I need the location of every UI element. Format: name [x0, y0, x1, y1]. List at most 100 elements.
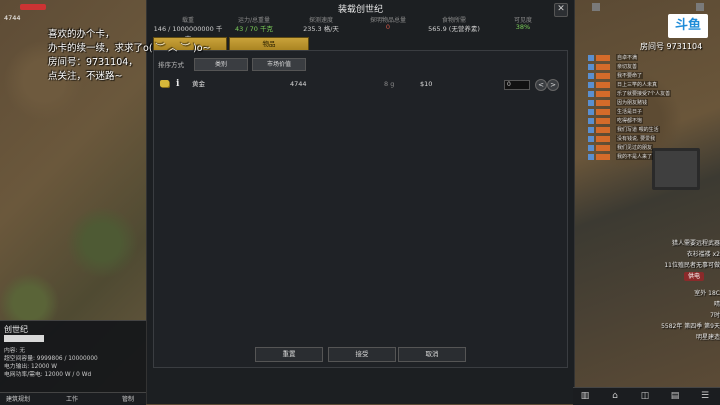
caption-line: 房间号：9731104，	[48, 57, 138, 68]
item-price: $10	[420, 80, 433, 88]
panel-icon[interactable]: ▤	[669, 390, 681, 402]
list-item-text: 我不要命了	[616, 72, 644, 79]
time-text: 7时	[710, 312, 720, 319]
list-item-text: 吃得都不饱	[616, 117, 644, 124]
list-item[interactable]: 生活是日子	[588, 108, 668, 116]
window-icon[interactable]: ◫	[639, 390, 651, 402]
power-button[interactable]: 供电	[684, 272, 704, 281]
bottom-icon-bar: ▥ ⌂ ◫ ▤ ☰	[573, 387, 720, 405]
stat-found-value: 0	[385, 23, 391, 31]
stat-mass-label: 载重	[181, 17, 194, 24]
stat-food-label: 食物所需	[441, 17, 466, 24]
mood-icon	[596, 82, 610, 88]
mood-icon	[596, 136, 610, 142]
menu-icon[interactable]: ▥	[579, 390, 591, 402]
cancel-button[interactable]: 取消	[398, 347, 466, 362]
list-item-text: 亲切友善	[616, 63, 639, 70]
square-icon[interactable]	[696, 3, 704, 11]
alert-text[interactable]: 11位殖民者无事可做	[640, 260, 720, 269]
weather-text: 晴	[713, 301, 720, 308]
mood-icon	[596, 145, 610, 151]
room-id: 房间号 9731104	[640, 41, 702, 52]
caption-line: 点关注，不迷路~	[48, 71, 123, 82]
mood-icon	[596, 73, 610, 79]
resource-badge	[20, 4, 46, 10]
stat-visibility: 可见度 38%	[488, 15, 558, 31]
stat-found: 探明物品总量 0	[353, 15, 423, 31]
mood-icon	[596, 118, 610, 124]
mood-icon	[596, 109, 610, 115]
stat-food-value: 565.9 (无营养素)	[428, 25, 480, 33]
weather-panel: 室外 18C 晴 7时 5582年 第四季 第9天 明星建造	[640, 288, 720, 343]
tab-work[interactable]: 工作	[66, 394, 78, 403]
increase-button[interactable]: >	[547, 79, 559, 91]
list-item[interactable]: 因为朋友赌钱	[588, 99, 668, 107]
alert-text[interactable]: 衣衫褴褛 x2	[640, 249, 720, 258]
accept-button[interactable]: 接受	[328, 347, 396, 362]
dialog-title: 装载创世纪	[337, 5, 383, 15]
mood-icon	[596, 100, 610, 106]
resource-value: 4744	[4, 14, 21, 22]
reset-button[interactable]: 重置	[255, 347, 323, 362]
list-item-text: 我们写道 喂的生活	[616, 126, 660, 133]
status-text: 明星建造	[695, 334, 720, 341]
tab-architect[interactable]: 建筑规划	[6, 394, 30, 403]
mood-icon	[596, 91, 610, 97]
right-header	[592, 3, 704, 13]
pawn-icon	[588, 118, 594, 124]
list-item[interactable]: 我们写道 喂的生活	[588, 126, 668, 134]
list-item[interactable]: 没有钱说, 要爱我	[588, 135, 668, 143]
caption-line: 办卡的续一续，求求了o( ︶ ︿ ︶ )o~	[48, 43, 211, 54]
stat-visibility-label: 可见度	[513, 17, 532, 24]
pawn-icon	[588, 136, 594, 142]
list-item[interactable]: 亲切友善	[588, 63, 668, 71]
list-item-text: 自卓不满	[616, 54, 639, 61]
item-quantity-input[interactable]: 0	[504, 80, 530, 90]
mood-icon	[596, 127, 610, 133]
list-item[interactable]: 我不要命了	[588, 72, 668, 80]
date-text: 5582年 第四季 第9天	[661, 323, 720, 330]
items-panel: 排序方式 类别 市场价值 i 黄金 4744 8 g $10 0 < >	[153, 50, 568, 368]
list-item-text: 我的不是人来了	[616, 153, 654, 160]
decrease-button[interactable]: <	[535, 79, 547, 91]
list-item[interactable]: 日上三竿的人未真	[588, 81, 668, 89]
stream-caption: 喜欢的办个卡， 办卡的续一续，求求了o( ︶ ︿ ︶ )o~ 房间号：97311…	[48, 28, 308, 84]
list-icon[interactable]: ☰	[699, 390, 711, 402]
pawn-icon	[588, 73, 594, 79]
pawn-icon	[588, 145, 594, 151]
mood-icon	[596, 64, 610, 70]
pawn-icon	[588, 91, 594, 97]
pawn-icon	[588, 100, 594, 106]
list-item[interactable]: 吃得都不饱	[588, 117, 668, 125]
room-number: 9731104	[666, 42, 703, 51]
list-item[interactable]: 我的不是人来了	[588, 153, 668, 161]
stat-found-label: 探明物品总量	[369, 17, 406, 24]
pawn-icon	[588, 109, 594, 115]
colonist-list: 自卓不满 亲切友善 我不要命了 日上三竿的人未真 乐了就要接受7个人友善 因为朋…	[588, 54, 672, 162]
list-item-text: 我们见过的朋友	[616, 144, 654, 151]
mood-icon	[596, 154, 610, 160]
alert-text[interactable]: 猎人需要远程武器	[640, 238, 720, 247]
inspect-name-bar	[4, 335, 44, 342]
list-item[interactable]: 乐了就要接受7个人友善	[588, 90, 672, 98]
pawn-icon	[588, 127, 594, 133]
mood-icon	[596, 55, 610, 61]
list-item[interactable]: 我们见过的朋友	[588, 144, 668, 152]
bottom-tab-bar: 建筑规划 工作 管制	[0, 392, 146, 405]
list-item-text: 日上三竿的人未真	[616, 81, 659, 88]
list-item-text: 乐了就要接受7个人友善	[616, 90, 672, 97]
douyu-logo: 斗鱼	[668, 14, 708, 38]
pawn-icon	[588, 55, 594, 61]
stat-speed-label: 探测速度	[308, 17, 333, 24]
square-icon[interactable]	[592, 3, 600, 11]
pawn-icon	[588, 154, 594, 160]
temperature-text: 室外 18C	[694, 290, 720, 297]
inspect-pane: 创世纪 内容: 无 超空间容量: 9999806 / 10000000 电力输出…	[0, 320, 146, 393]
stat-food: 食物所需 565.9 (无营养素)	[419, 15, 489, 33]
pawn-icon	[588, 82, 594, 88]
home-icon[interactable]: ⌂	[609, 390, 621, 402]
room-label: 房间号	[640, 42, 664, 51]
caption-line: 喜欢的办个卡，	[48, 29, 115, 40]
list-item[interactable]: 自卓不满	[588, 54, 668, 62]
tab-restrict[interactable]: 管制	[122, 394, 134, 403]
